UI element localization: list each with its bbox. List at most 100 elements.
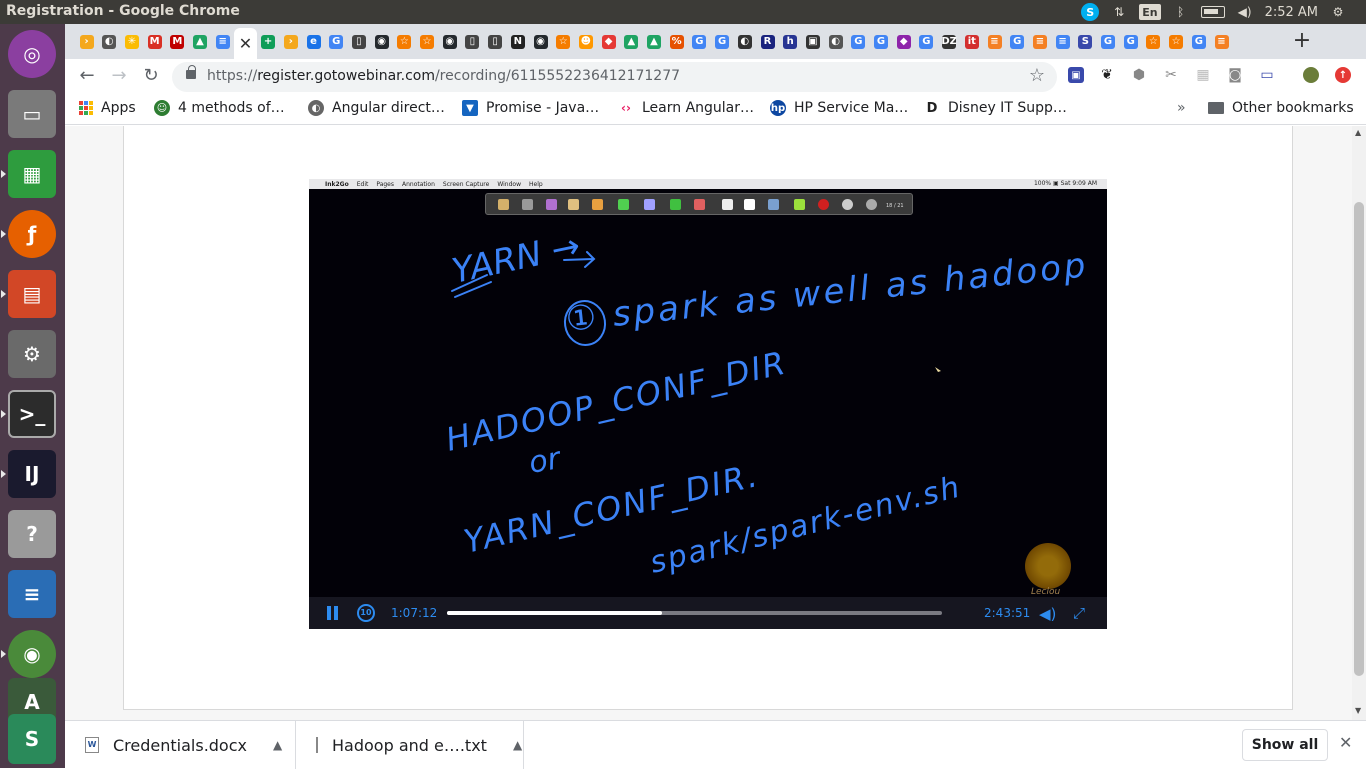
video-player[interactable]: Ink2Go Edit Pages Annotation Screen Capt… [309, 179, 1107, 629]
browser-tab[interactable]: DZ [938, 30, 961, 53]
browser-tab[interactable]: ≡ [1028, 30, 1051, 53]
browser-tab[interactable]: ◐ [98, 30, 121, 53]
browser-tab[interactable]: N [506, 30, 529, 53]
keyboard-layout-indicator[interactable]: En [1139, 4, 1161, 20]
browser-tab[interactable]: h [779, 30, 802, 53]
scroll-down-arrow-icon[interactable]: ▼ [1355, 706, 1361, 715]
browser-tab[interactable]: % [665, 30, 688, 53]
show-all-button[interactable]: Show all [1242, 729, 1328, 761]
active-tab-close-icon[interactable]: ✕ [233, 28, 257, 59]
pause-icon[interactable] [327, 606, 339, 620]
browser-tab[interactable]: + [257, 30, 280, 53]
browser-tab[interactable]: G [688, 30, 711, 53]
bookmark-item[interactable]: ☺ 4 methods of… [154, 100, 285, 116]
download-item[interactable]: Hadoop and e….txt ▲ [296, 721, 524, 769]
browser-tab[interactable]: ◐ [733, 30, 756, 53]
browser-tab[interactable]: e [302, 30, 325, 53]
bookmark-item[interactable]: ▼ Promise - Java… [462, 100, 599, 116]
browser-tab[interactable]: G [1187, 30, 1210, 53]
browser-tab[interactable]: › [75, 30, 98, 53]
browser-tab[interactable]: ☆ [1142, 30, 1165, 53]
chrome-icon[interactable]: ◉ [8, 630, 56, 678]
browser-tab[interactable]: ▯ [484, 30, 507, 53]
browser-tab[interactable]: ▣ [801, 30, 824, 53]
browser-tab[interactable]: M [166, 30, 189, 53]
fullscreen-icon[interactable]: ⤢ [1073, 604, 1085, 622]
lock-icon[interactable] [186, 65, 196, 79]
browser-tab[interactable]: G [847, 30, 870, 53]
spreadsheet-icon[interactable]: ▦ [8, 150, 56, 198]
browser-tab[interactable]: G [1097, 30, 1120, 53]
browser-tab[interactable]: ☆ [552, 30, 575, 53]
skype-icon[interactable]: S [1081, 3, 1100, 21]
browser-tab[interactable]: ▯ [461, 30, 484, 53]
bookmark-item[interactable]: ◐ Angular direct… [308, 100, 445, 116]
browser-tab[interactable]: G [1119, 30, 1142, 53]
volume-icon[interactable]: ◀) [1039, 605, 1056, 623]
url-text[interactable]: https://register.gotowebinar.com/recordi… [207, 68, 680, 84]
profile-avatar[interactable] [1303, 67, 1319, 83]
scroll-up-arrow-icon[interactable]: ▲ [1355, 128, 1361, 137]
network-arrows-icon[interactable]: ⇅ [1111, 4, 1127, 20]
system-settings-icon[interactable]: ⚙ [8, 330, 56, 378]
browser-tab[interactable]: G [1006, 30, 1029, 53]
browser-tab[interactable]: ◉ [370, 30, 393, 53]
bookmarks-overflow-chevron[interactable]: » [1177, 100, 1186, 116]
intellij-icon[interactable]: IJ [8, 450, 56, 498]
browser-tab[interactable]: ≡ [1210, 30, 1233, 53]
browser-tab[interactable]: ▯ [347, 30, 370, 53]
page-scrollbar[interactable]: ▲ ▼ [1352, 126, 1366, 720]
text-editor-icon[interactable]: ≡ [8, 570, 56, 618]
browser-tab[interactable]: ☆ [393, 30, 416, 53]
firefox-icon[interactable]: ƒ [8, 210, 56, 258]
bookmark-apps[interactable]: Apps [79, 100, 136, 116]
browser-tab[interactable]: ◉ [529, 30, 552, 53]
extension-window-icon[interactable]: ▭ [1259, 67, 1275, 83]
back-arrow-icon[interactable]: ← [75, 64, 99, 88]
chevron-up-icon[interactable]: ▲ [513, 738, 522, 752]
extension-camera-icon[interactable]: ◙ [1227, 67, 1243, 83]
ubuntu-dash-icon[interactable]: ◎ [8, 30, 56, 78]
update-icon[interactable]: ↑ [1335, 67, 1351, 83]
browser-tab[interactable]: R [756, 30, 779, 53]
browser-tab[interactable]: ☆ [416, 30, 439, 53]
browser-tab[interactable]: ◉ [438, 30, 461, 53]
browser-tab[interactable]: G [711, 30, 734, 53]
browser-tab[interactable]: ≡ [1051, 30, 1074, 53]
close-icon[interactable]: ✕ [1339, 733, 1352, 752]
browser-tab[interactable]: ▲ [189, 30, 212, 53]
bookmark-item[interactable]: hp HP Service Ma… [770, 100, 908, 116]
browser-tab[interactable]: it [960, 30, 983, 53]
forward-arrow-icon[interactable]: → [107, 64, 131, 88]
browser-tab[interactable]: G [870, 30, 893, 53]
bookmark-star-icon[interactable]: ☆ [1029, 65, 1045, 86]
file-manager-icon[interactable]: ▭ [8, 90, 56, 138]
browser-tab[interactable]: G [325, 30, 348, 53]
browser-tab[interactable]: ≡ [983, 30, 1006, 53]
browser-tab[interactable]: ✳ [120, 30, 143, 53]
browser-tab[interactable]: ◐ [824, 30, 847, 53]
help-icon[interactable]: ? [8, 510, 56, 558]
extension-paw-icon[interactable]: ❦ [1099, 67, 1115, 83]
bookmark-item[interactable]: ‹› Learn Angular… [618, 100, 754, 116]
battery-icon[interactable] [1200, 4, 1225, 20]
extension-hex-icon[interactable]: ⬢ [1131, 67, 1147, 83]
extension-grid-icon[interactable]: ▦ [1195, 67, 1211, 83]
volume-icon[interactable]: ◀) [1237, 4, 1253, 20]
presentation-icon[interactable]: ▤ [8, 270, 56, 318]
browser-tab[interactable]: ☻ [574, 30, 597, 53]
browser-tab[interactable]: ☆ [1165, 30, 1188, 53]
address-bar[interactable]: https://register.gotowebinar.com/recordi… [172, 62, 1057, 92]
other-bookmarks-folder[interactable]: Other bookmarks [1208, 100, 1354, 116]
chevron-up-icon[interactable]: ▲ [273, 738, 282, 752]
browser-tab[interactable]: ≡ [211, 30, 234, 53]
browser-tab[interactable]: G [915, 30, 938, 53]
bluetooth-icon[interactable]: ᛒ [1173, 4, 1189, 20]
browser-tab[interactable]: ◆ [892, 30, 915, 53]
rewind-10-icon[interactable]: 10 [357, 604, 375, 622]
browser-tab[interactable]: ▲ [620, 30, 643, 53]
browser-tab[interactable]: ▲ [643, 30, 666, 53]
scrollbar-thumb[interactable] [1354, 202, 1364, 676]
bookmark-item[interactable]: D Disney IT Supp… [924, 100, 1067, 116]
terminal-icon[interactable]: >_ [8, 390, 56, 438]
